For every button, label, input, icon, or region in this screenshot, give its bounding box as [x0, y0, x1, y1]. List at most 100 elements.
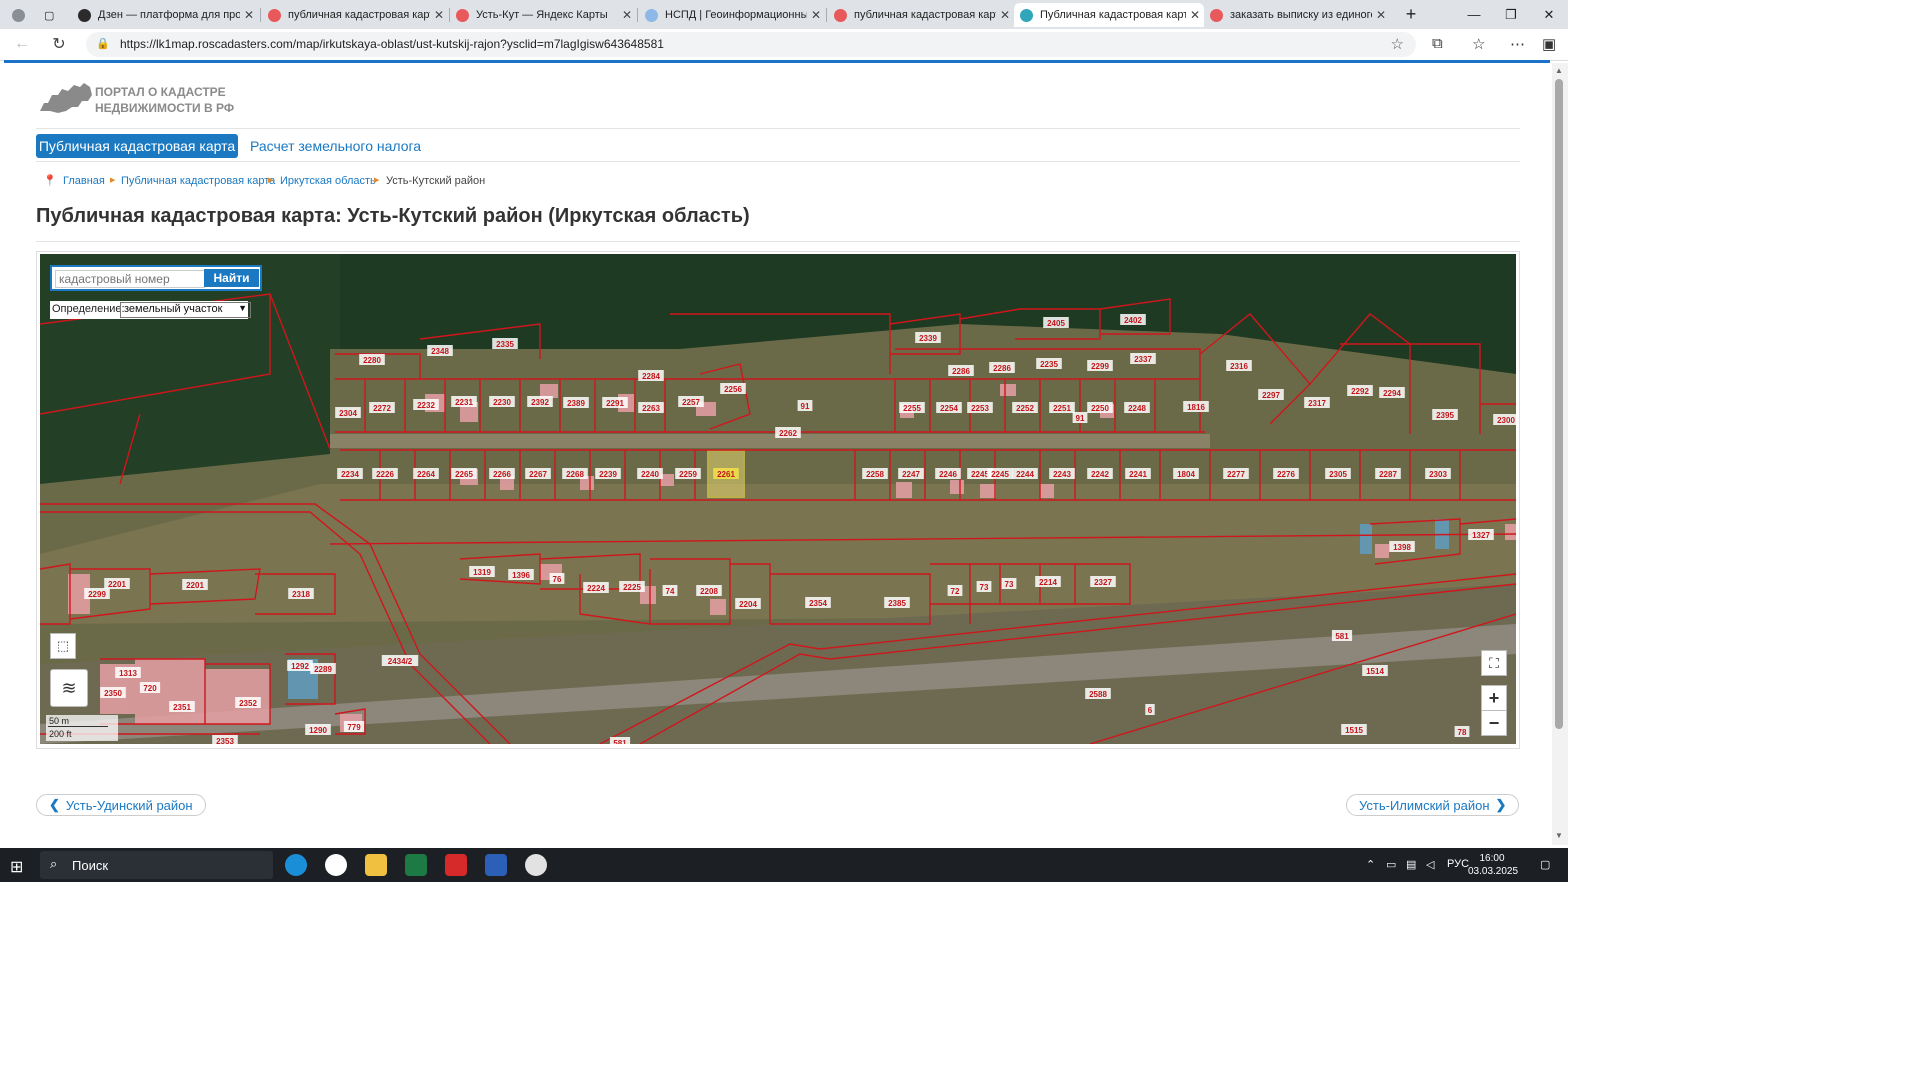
- parcel-number-label[interactable]: 2353: [216, 737, 234, 744]
- parcel-number-label[interactable]: 581: [613, 739, 627, 744]
- parcel-number-label[interactable]: 2204: [739, 600, 757, 609]
- new-tab-button[interactable]: +: [1392, 0, 1430, 29]
- nav-public-cadastral-map[interactable]: Публичная кадастровая карта: [36, 134, 238, 158]
- parcel-number-label[interactable]: 2201: [186, 581, 204, 590]
- parcel-number-label[interactable]: 2208: [700, 587, 718, 596]
- browser-tab[interactable]: публичная кадастровая карта ✕: [828, 3, 1014, 27]
- parcel-number-label[interactable]: 2263: [642, 404, 660, 413]
- scroll-up-icon[interactable]: ▲: [1555, 66, 1563, 75]
- parcel-number-label[interactable]: 2272: [373, 404, 391, 413]
- tab-actions-icon[interactable]: ▢: [38, 3, 62, 27]
- close-tab-icon[interactable]: ✕: [1186, 8, 1204, 22]
- browser-tab[interactable]: НСПД | Геоинформационный ✕: [639, 3, 825, 27]
- breadcrumb-home[interactable]: Главная: [63, 175, 105, 187]
- browser-tab[interactable]: заказать выписку из единого ✕: [1204, 3, 1390, 27]
- definition-select[interactable]: земельный участок ▼: [120, 302, 251, 318]
- parcel-number-label[interactable]: 2251: [1053, 404, 1071, 413]
- parcel-number-label[interactable]: 2230: [493, 398, 511, 407]
- fullscreen-button[interactable]: ⛶: [1481, 650, 1507, 676]
- parcel-number-label[interactable]: 2240: [641, 470, 659, 479]
- parcel-number-label[interactable]: 2266: [493, 470, 511, 479]
- tray-device-icon[interactable]: ▭: [1386, 858, 1396, 871]
- close-tab-icon[interactable]: ✕: [618, 8, 636, 22]
- parcel-number-label[interactable]: 2267: [529, 470, 547, 479]
- parcel-number-label[interactable]: 73: [980, 583, 989, 592]
- windows-start-icon[interactable]: ⊞: [10, 857, 23, 877]
- logo-text[interactable]: ПОРТАЛ О КАДАСТРЕ НЕДВИЖИМОСТИ В РФ: [95, 84, 234, 116]
- file-explorer-icon[interactable]: [365, 854, 387, 876]
- browser-tab[interactable]: Дзен — платформа для просм ✕: [72, 3, 258, 27]
- russia-map-logo-icon[interactable]: [38, 81, 94, 117]
- parcel-number-label[interactable]: 1292: [291, 662, 309, 671]
- favorites-icon[interactable]: ☆: [1472, 35, 1485, 53]
- parcel-number-label[interactable]: 76: [553, 575, 562, 584]
- breadcrumb-map[interactable]: Публичная кадастровая карта: [121, 175, 275, 187]
- browser-tab-active[interactable]: Публичная кадастровая карта ✕: [1014, 3, 1204, 27]
- parcel-number-label[interactable]: 91: [1076, 414, 1085, 423]
- parcel-number-label[interactable]: 779: [347, 723, 361, 732]
- parcel-number-label[interactable]: 2245: [971, 470, 989, 479]
- parcel-number-label[interactable]: 2253: [971, 404, 989, 413]
- favorite-star-icon[interactable]: ☆: [1391, 35, 1404, 53]
- parcel-number-label[interactable]: 2588: [1089, 690, 1107, 699]
- parcel-number-label[interactable]: 720: [143, 684, 157, 693]
- parcel-number-label[interactable]: 1514: [1366, 667, 1384, 676]
- parcel-number-label[interactable]: 2259: [679, 470, 697, 479]
- parcel-number-label[interactable]: 2286: [952, 367, 970, 376]
- parcel-number-label[interactable]: 2250: [1091, 404, 1109, 413]
- parcel-number-label[interactable]: 73: [1005, 580, 1014, 589]
- breadcrumb-region[interactable]: Иркутская область: [280, 175, 376, 187]
- extensions-icon[interactable]: ⧉: [1432, 35, 1443, 52]
- parcel-number-label[interactable]: 2286: [993, 364, 1011, 373]
- parcel-number-label[interactable]: 2434/2: [388, 657, 413, 666]
- parcel-number-label[interactable]: 2280: [363, 356, 381, 365]
- parcel-number-label[interactable]: 2244: [1016, 470, 1034, 479]
- lock-icon[interactable]: 🔒: [96, 37, 110, 50]
- parcel-number-label[interactable]: 2291: [606, 399, 624, 408]
- parcel-number-label[interactable]: 2305: [1329, 470, 1347, 479]
- parcel-number-label[interactable]: 2304: [339, 409, 357, 418]
- parcel-number-label[interactable]: 2258: [866, 470, 884, 479]
- parcel-number-label[interactable]: 2201: [108, 580, 126, 589]
- parcel-number-label[interactable]: 2242: [1091, 470, 1109, 479]
- parcel-number-label[interactable]: 1313: [119, 669, 137, 678]
- parcel-number-label[interactable]: 2284: [642, 372, 660, 381]
- parcel-number-label[interactable]: 2232: [417, 401, 435, 410]
- reload-icon[interactable]: ↻: [47, 33, 71, 55]
- parcel-number-label[interactable]: 2299: [88, 590, 106, 599]
- zoom-out-button[interactable]: −: [1481, 710, 1507, 736]
- parcel-number-label[interactable]: 2392: [531, 398, 549, 407]
- volume-icon[interactable]: ◁: [1426, 858, 1434, 871]
- parcel-number-label[interactable]: 2352: [239, 699, 257, 708]
- parcel-number-label[interactable]: 2385: [888, 599, 906, 608]
- address-bar[interactable]: 🔒 https://lk1map.roscadasters.com/map/ir…: [86, 32, 1416, 57]
- network-icon[interactable]: ▤: [1406, 858, 1416, 871]
- edge-browser-icon[interactable]: [285, 854, 307, 876]
- parcel-number-label[interactable]: 2299: [1091, 362, 1109, 371]
- parcel-number-label[interactable]: 78: [1458, 728, 1467, 737]
- layers-icon[interactable]: ≋: [50, 669, 88, 707]
- parcel-number-label[interactable]: 2214: [1039, 578, 1057, 587]
- parcel-number-label[interactable]: 2289: [314, 665, 332, 674]
- parcel-number-label[interactable]: 2265: [455, 470, 473, 479]
- parcel-number-label[interactable]: 2395: [1436, 411, 1454, 420]
- parcel-number-label[interactable]: 2327: [1094, 578, 1112, 587]
- parcel-number-label[interactable]: 2337: [1134, 355, 1152, 364]
- select-area-icon[interactable]: ⬚: [50, 633, 76, 659]
- parcel-number-label[interactable]: 2297: [1262, 391, 1280, 400]
- url-text[interactable]: https://lk1map.roscadasters.com/map/irku…: [120, 37, 664, 51]
- cadastral-map[interactable]: 2234 2226 2264 2265 2266 2267 2268 2239 2240 2259…: [40, 254, 1516, 744]
- parcel-number-label[interactable]: 1319: [473, 568, 491, 577]
- parcel-number-label[interactable]: 2303: [1429, 470, 1447, 479]
- parcel-number-label[interactable]: 2287: [1379, 470, 1397, 479]
- close-tab-icon[interactable]: ✕: [240, 8, 258, 22]
- parcel-number-label[interactable]: 2292: [1351, 387, 1369, 396]
- parcel-number-label[interactable]: 2264: [417, 470, 435, 479]
- excel-icon[interactable]: [405, 854, 427, 876]
- parcel-number-label[interactable]: 2339: [919, 334, 937, 343]
- more-menu-icon[interactable]: ⋯: [1510, 35, 1525, 53]
- parcel-number-label[interactable]: 2248: [1128, 404, 1146, 413]
- profile-icon[interactable]: [6, 3, 32, 27]
- close-tab-icon[interactable]: ✕: [430, 8, 448, 22]
- prev-district-link[interactable]: ❮ Усть-Удинский район: [36, 794, 206, 816]
